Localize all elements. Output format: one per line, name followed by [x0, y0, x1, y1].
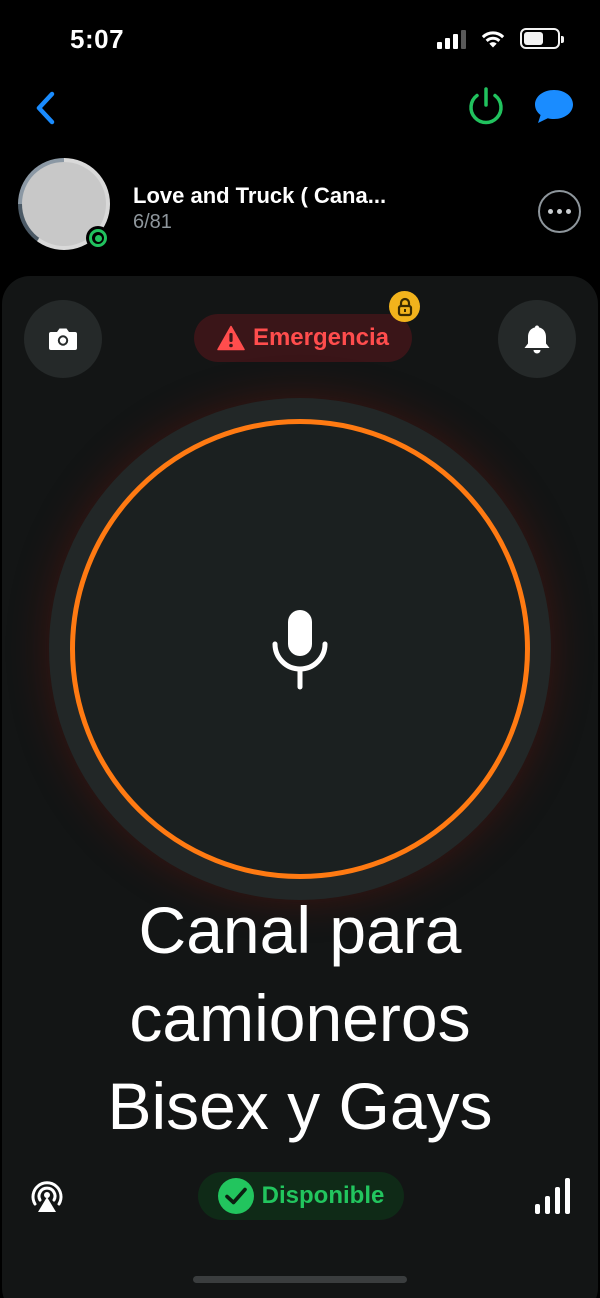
description-line-2: camioneros	[129, 981, 471, 1055]
availability-label: Disponible	[261, 1182, 385, 1209]
power-button[interactable]	[465, 85, 507, 127]
status-time: 5:07	[70, 24, 125, 54]
bell-icon	[524, 325, 550, 354]
nav-bar	[0, 80, 600, 140]
status-icons	[437, 28, 564, 49]
chat-bubble-icon	[535, 90, 573, 123]
broadcast-icon	[31, 1181, 63, 1212]
channel-title[interactable]: Love and Truck ( Cana...	[133, 183, 453, 209]
channel-header: Love and Truck ( Cana... 6/81	[0, 150, 600, 260]
battery-icon	[520, 28, 564, 49]
wifi-icon	[481, 30, 505, 47]
more-dots-icon	[548, 209, 553, 214]
bottom-bar: Disponible	[0, 1168, 600, 1228]
emergency-label: Emergencia	[252, 324, 390, 351]
home-indicator[interactable]	[193, 1276, 407, 1283]
broadcast-button[interactable]	[28, 1178, 66, 1216]
back-button[interactable]	[30, 86, 64, 130]
chevron-left-icon	[36, 91, 55, 125]
signal-strength-icon	[535, 1176, 570, 1214]
bell-button[interactable]	[498, 300, 576, 378]
more-options-button[interactable]	[538, 190, 581, 233]
status-bar: 5:07	[0, 0, 600, 80]
check-icon	[217, 1178, 254, 1214]
channel-description: Canal para camioneros Bisex y Gays	[0, 886, 600, 1150]
description-line-3: Bisex y Gays	[107, 1069, 493, 1143]
emergency-button[interactable]: Emergencia	[194, 314, 412, 362]
camera-icon	[49, 328, 77, 350]
online-status-icon	[86, 226, 110, 250]
camera-button[interactable]	[24, 300, 102, 378]
availability-status-button[interactable]: Disponible	[198, 1172, 404, 1220]
lock-icon	[389, 291, 420, 322]
microphone-icon	[272, 610, 328, 690]
cellular-signal-icon	[437, 29, 466, 49]
chat-button[interactable]	[532, 86, 576, 128]
description-line-1: Canal para	[138, 893, 462, 967]
power-icon	[469, 87, 503, 125]
push-to-talk-button[interactable]	[70, 419, 530, 879]
member-count: 6/81	[133, 211, 172, 233]
warning-icon	[217, 325, 245, 351]
